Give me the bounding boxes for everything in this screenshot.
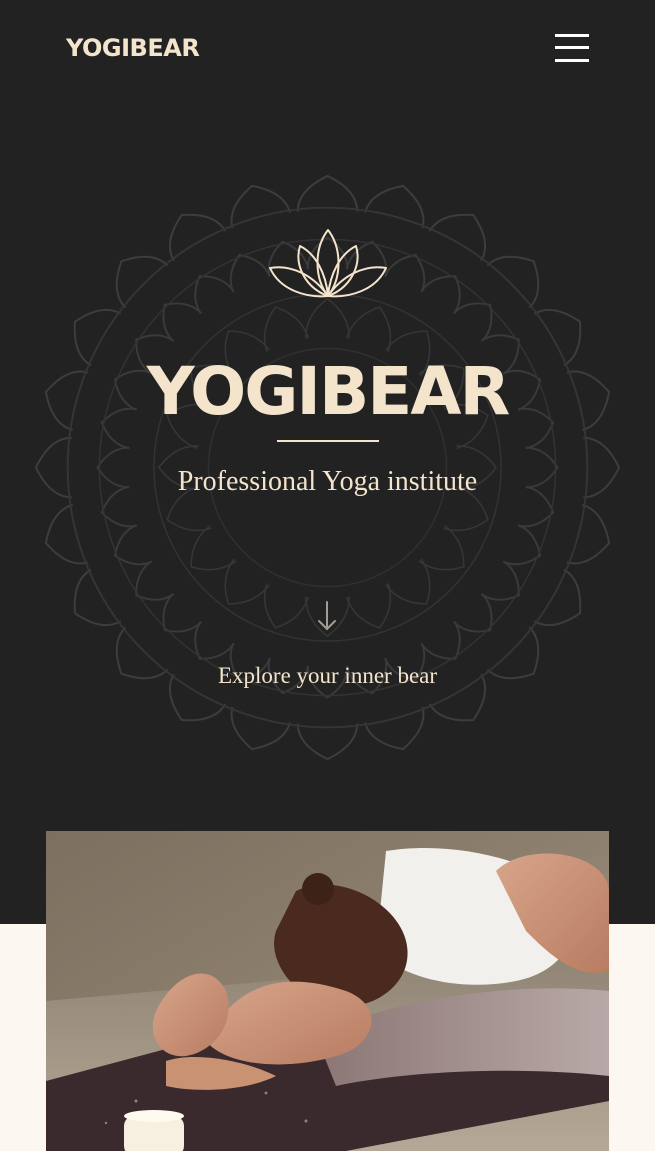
title-divider — [277, 440, 379, 442]
hero-title: YOGIBEAR — [146, 353, 511, 430]
site-logo[interactable]: YOGIBEAR — [66, 33, 200, 63]
yoga-photo — [46, 831, 609, 1151]
lotus-icon — [269, 229, 387, 298]
hero-subtitle: Professional Yoga institute — [177, 466, 478, 497]
menu-button[interactable] — [553, 34, 591, 64]
hamburger-menu-icon — [555, 34, 589, 37]
arrow-down-icon[interactable] — [316, 600, 338, 632]
site-header: YOGIBEAR — [0, 0, 655, 100]
explore-link[interactable]: Explore your inner bear — [0, 660, 655, 692]
